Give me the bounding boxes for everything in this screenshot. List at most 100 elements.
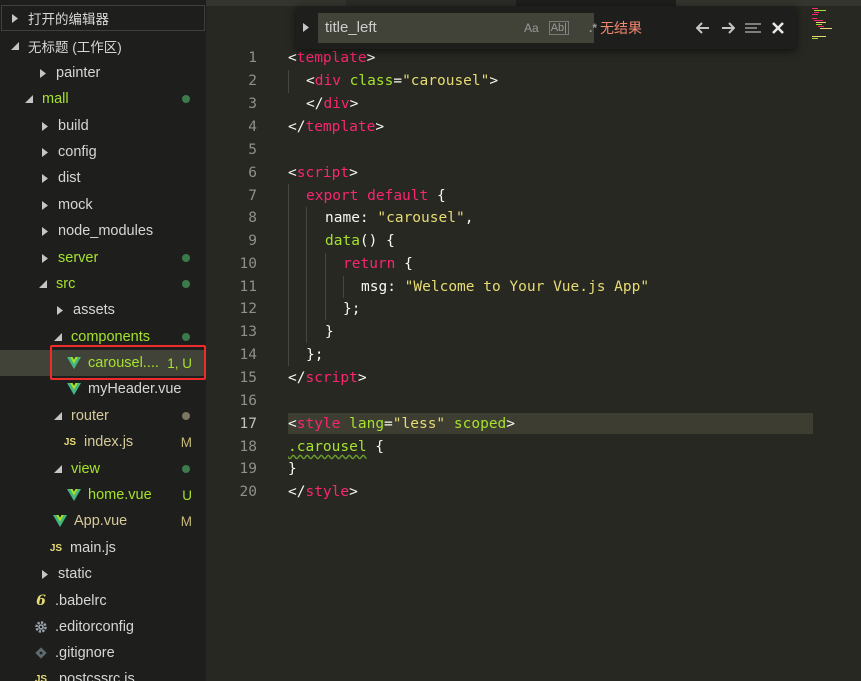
caret-right-icon [40,226,50,236]
tree-item-label: .babelrc [55,593,107,609]
tree-file-index-js[interactable]: JS index.js M [0,429,206,455]
indent-guide [288,70,289,93]
tree-folder-server[interactable]: server [0,245,206,271]
tree-folder-dist[interactable]: dist [0,165,206,191]
code-line: } [325,324,334,340]
line-number: 9 [248,233,257,249]
code-line: </div> [306,96,359,112]
code-line: .carousel { [288,439,385,455]
find-input[interactable] [318,12,524,43]
tree-folder-node-modules[interactable]: node_modules [0,218,206,244]
line-number: 6 [248,165,257,181]
caret-down-icon [38,279,48,289]
js-icon: JS [49,542,63,554]
next-match-arrow-icon[interactable] [717,13,739,43]
tree-file-app-vue[interactable]: App.vue M [0,508,206,534]
line-number: 19 [239,461,257,477]
tree-file-carousel[interactable]: carousel.... 1, U [0,350,206,376]
tree-folder-assets[interactable]: assets [0,297,206,323]
tree-item-label: .editorconfig [55,619,134,635]
tree-item-label: App.vue [74,513,128,529]
tree-item-label: mock [58,197,93,213]
tree-folder-painter[interactable]: painter [0,60,206,86]
whole-word-toggle[interactable]: Ab| [548,20,569,35]
find-widget: Aa Ab| .* 无结果 [296,6,796,49]
tree-folder-components[interactable]: components [0,324,206,350]
line-number: 1 [248,50,257,66]
find-in-selection-icon[interactable] [742,13,764,43]
match-case-toggle[interactable]: Aa [524,21,539,35]
tree-item-label: painter [56,65,101,81]
explorer-sidebar: 打开的编辑器 无标题 (工作区) painter mall build conf… [0,0,206,681]
tree-folder-router[interactable]: router [0,403,206,429]
vue-icon [66,355,82,371]
git-status-dot [182,465,190,473]
tree-item-label: config [58,144,97,160]
babel-icon: 6 [36,593,46,609]
tree-item-label: server [58,250,99,266]
tree-file-postcssrc[interactable]: JS .postcssrc.js [0,666,206,681]
tree-folder-static[interactable]: static [0,561,206,587]
git-icon [33,645,49,661]
tree-file-main-js[interactable]: JS main.js [0,535,206,561]
code-line: export default { [306,188,446,204]
workspace-header[interactable]: 无标题 (工作区) [0,34,206,58]
tree-folder-view[interactable]: view [0,456,206,482]
caret-down-icon [53,411,63,421]
open-editors-header[interactable]: 打开的编辑器 [1,5,205,31]
line-number-active: 17 [239,416,257,432]
close-icon[interactable] [767,13,789,43]
tree-folder-src[interactable]: src [0,271,206,297]
js-icon: JS [34,673,48,681]
indent-guide [288,184,289,366]
caret-down-icon [53,332,63,342]
regex-toggle[interactable]: .* [589,21,597,35]
tree-item-label: home.vue [88,487,152,503]
git-status-badge: M [180,513,192,529]
tree-item-label: assets [73,302,115,318]
tree-file-gitignore[interactable]: .gitignore [0,640,206,666]
tree-item-label: components [71,329,150,345]
tree-folder-build[interactable]: build [0,113,206,139]
js-icon: JS [63,436,77,448]
line-number: 11 [239,279,257,295]
indent-guide [325,253,326,320]
git-status-dot [182,280,190,288]
tree-file-home-vue[interactable]: home.vue U [0,482,206,508]
tree-item-label: view [71,461,101,477]
line-number: 10 [239,256,257,272]
code-line: </style> [288,484,358,500]
code-line: return { [343,256,413,272]
tree-item-label: carousel.... [88,355,159,371]
caret-right-icon [40,173,50,183]
line-number: 3 [248,96,257,112]
find-status: 无结果 [600,19,642,36]
line-number: 13 [239,324,257,340]
tree-file-editorconfig[interactable]: .editorconfig [0,614,206,640]
tree-folder-mall[interactable]: mall [0,86,206,112]
minimap[interactable] [812,6,832,46]
caret-right-icon [38,68,48,78]
tree-file-babelrc[interactable]: 6 .babelrc [0,588,206,614]
code-line: } [288,461,297,477]
tree-item-label: index.js [84,434,134,450]
tree-folder-mock[interactable]: mock [0,192,206,218]
tree-folder-config[interactable]: config [0,139,206,165]
tree-item-label: .postcssrc.js [55,671,135,681]
caret-right-icon [40,200,50,210]
css-selector: .carousel [288,439,367,455]
caret-down-icon [53,464,63,474]
workspace-label: 无标题 (工作区) [28,40,122,55]
tree-item-label: mall [42,91,69,107]
tree-item-label: myHeader.vue [88,381,182,397]
line-number: 15 [239,370,257,386]
code-line: }; [343,301,361,317]
line-number: 4 [248,119,257,135]
tree-item-label: router [71,408,109,424]
tree-file-myheader[interactable]: myHeader.vue [0,376,206,402]
toggle-replace-chevron-icon[interactable] [296,6,316,49]
caret-right-icon [40,147,50,157]
code-editor[interactable]: 1 2 3 4 5 6 7 8 9 10 11 12 13 14 15 16 1… [206,0,861,681]
previous-match-arrow-icon[interactable] [692,13,714,43]
indent-guide [306,207,307,343]
